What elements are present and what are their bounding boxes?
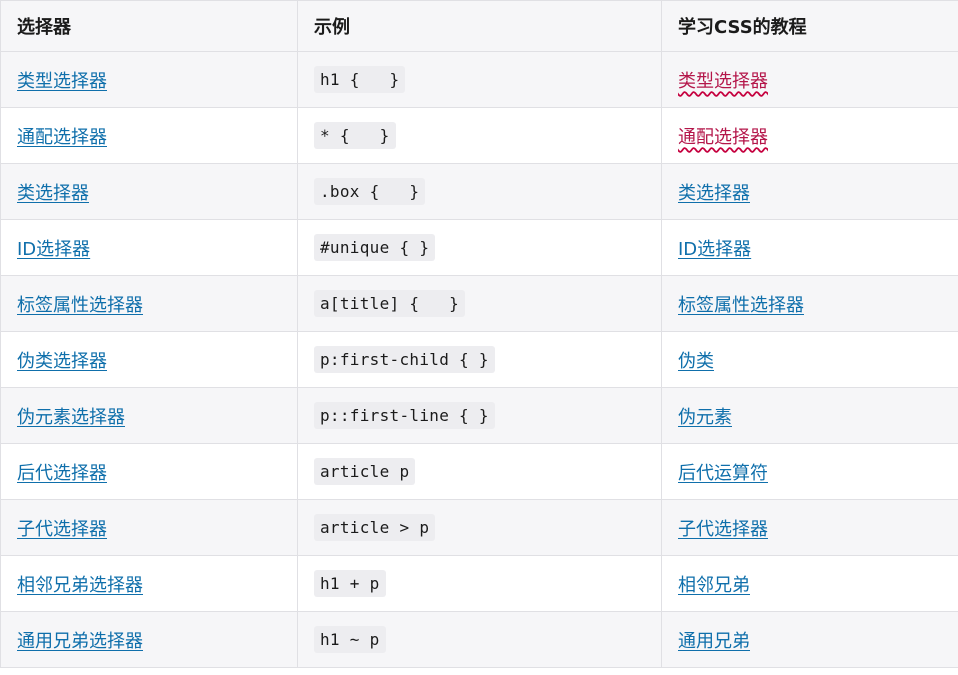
- tutorial-link[interactable]: 后代运算符: [678, 463, 768, 484]
- example-cell: article > p: [297, 499, 662, 556]
- example-code: * { }: [314, 122, 396, 149]
- selector-cell: 标签属性选择器: [0, 275, 298, 332]
- selector-cell: ID选择器: [0, 219, 298, 276]
- example-code: h1 + p: [314, 570, 386, 597]
- example-cell: a[title] { }: [297, 275, 662, 332]
- table-row: 类型选择器 h1 { } 类型选择器: [0, 51, 958, 108]
- tutorial-link[interactable]: 通用兄弟: [678, 631, 750, 652]
- selector-cell: 伪元素选择器: [0, 387, 298, 444]
- selector-link[interactable]: 通配选择器: [17, 127, 107, 148]
- tutorial-link[interactable]: 通配选择器: [678, 127, 768, 148]
- selector-cell: 相邻兄弟选择器: [0, 555, 298, 612]
- tutorial-link[interactable]: 类型选择器: [678, 71, 768, 92]
- selector-cell: 类型选择器: [0, 51, 298, 108]
- selector-link[interactable]: 类选择器: [17, 183, 89, 204]
- example-cell: h1 + p: [297, 555, 662, 612]
- tutorial-cell: 类选择器: [661, 163, 958, 220]
- table-row: 相邻兄弟选择器 h1 + p 相邻兄弟: [0, 555, 958, 612]
- selector-cell: 后代选择器: [0, 443, 298, 500]
- selector-link[interactable]: 相邻兄弟选择器: [17, 575, 143, 596]
- table-row: 通配选择器 * { } 通配选择器: [0, 107, 958, 164]
- tutorial-link[interactable]: ID选择器: [678, 239, 751, 260]
- table-header: 选择器 示例 学习CSS的教程: [0, 0, 958, 52]
- tutorial-cell: 相邻兄弟: [661, 555, 958, 612]
- example-code: h1 { }: [314, 66, 406, 93]
- tutorial-cell: ID选择器: [661, 219, 958, 276]
- selector-link[interactable]: 伪元素选择器: [17, 407, 125, 428]
- tutorial-link[interactable]: 类选择器: [678, 183, 750, 204]
- table-row: 后代选择器 article p 后代运算符: [0, 443, 958, 500]
- selectors-table: 选择器 示例 学习CSS的教程 类型选择器 h1 { } 类型选择器 通配选择器…: [0, 0, 958, 668]
- header-tutorial: 学习CSS的教程: [661, 0, 958, 52]
- table-row: ID选择器 #unique { } ID选择器: [0, 219, 958, 276]
- tutorial-cell: 子代选择器: [661, 499, 958, 556]
- example-code: article > p: [314, 514, 436, 541]
- tutorial-cell: 伪类: [661, 331, 958, 388]
- example-cell: article p: [297, 443, 662, 500]
- selector-cell: 通用兄弟选择器: [0, 611, 298, 668]
- example-code: a[title] { }: [314, 290, 466, 317]
- tutorial-cell: 伪元素: [661, 387, 958, 444]
- table-row: 伪类选择器 p:first-child { } 伪类: [0, 331, 958, 388]
- table-row: 伪元素选择器 p::first-line { } 伪元素: [0, 387, 958, 444]
- example-cell: * { }: [297, 107, 662, 164]
- example-code: article p: [314, 458, 416, 485]
- example-cell: #unique { }: [297, 219, 662, 276]
- header-example: 示例: [297, 0, 662, 52]
- example-cell: .box { }: [297, 163, 662, 220]
- selector-cell: 伪类选择器: [0, 331, 298, 388]
- tutorial-link[interactable]: 伪元素: [678, 407, 732, 428]
- tutorial-link[interactable]: 伪类: [678, 351, 714, 372]
- table-body: 类型选择器 h1 { } 类型选择器 通配选择器 * { } 通配选择器 类选择…: [0, 51, 958, 668]
- example-code: p:first-child { }: [314, 346, 495, 373]
- tutorial-cell: 标签属性选择器: [661, 275, 958, 332]
- tutorial-link[interactable]: 标签属性选择器: [678, 295, 804, 316]
- tutorial-cell: 通配选择器: [661, 107, 958, 164]
- example-cell: h1 { }: [297, 51, 662, 108]
- example-cell: h1 ~ p: [297, 611, 662, 668]
- selector-link[interactable]: 通用兄弟选择器: [17, 631, 143, 652]
- example-code: .box { }: [314, 178, 426, 205]
- example-code: p::first-line { }: [314, 402, 495, 429]
- tutorial-cell: 通用兄弟: [661, 611, 958, 668]
- table-row: 通用兄弟选择器 h1 ~ p 通用兄弟: [0, 611, 958, 668]
- selector-link[interactable]: 子代选择器: [17, 519, 107, 540]
- header-selector: 选择器: [0, 0, 298, 52]
- tutorial-link[interactable]: 相邻兄弟: [678, 575, 750, 596]
- example-code: h1 ~ p: [314, 626, 386, 653]
- tutorial-link[interactable]: 子代选择器: [678, 519, 768, 540]
- tutorial-cell: 后代运算符: [661, 443, 958, 500]
- selector-link[interactable]: ID选择器: [17, 239, 90, 260]
- example-cell: p:first-child { }: [297, 331, 662, 388]
- selector-link[interactable]: 类型选择器: [17, 71, 107, 92]
- selector-cell: 通配选择器: [0, 107, 298, 164]
- header-row: 选择器 示例 学习CSS的教程: [0, 0, 958, 52]
- table-row: 标签属性选择器 a[title] { } 标签属性选择器: [0, 275, 958, 332]
- selector-link[interactable]: 后代选择器: [17, 463, 107, 484]
- example-cell: p::first-line { }: [297, 387, 662, 444]
- selector-link[interactable]: 标签属性选择器: [17, 295, 143, 316]
- example-code: #unique { }: [314, 234, 436, 261]
- selector-link[interactable]: 伪类选择器: [17, 351, 107, 372]
- selector-cell: 子代选择器: [0, 499, 298, 556]
- table-row: 类选择器 .box { } 类选择器: [0, 163, 958, 220]
- selector-cell: 类选择器: [0, 163, 298, 220]
- table-row: 子代选择器 article > p 子代选择器: [0, 499, 958, 556]
- tutorial-cell: 类型选择器: [661, 51, 958, 108]
